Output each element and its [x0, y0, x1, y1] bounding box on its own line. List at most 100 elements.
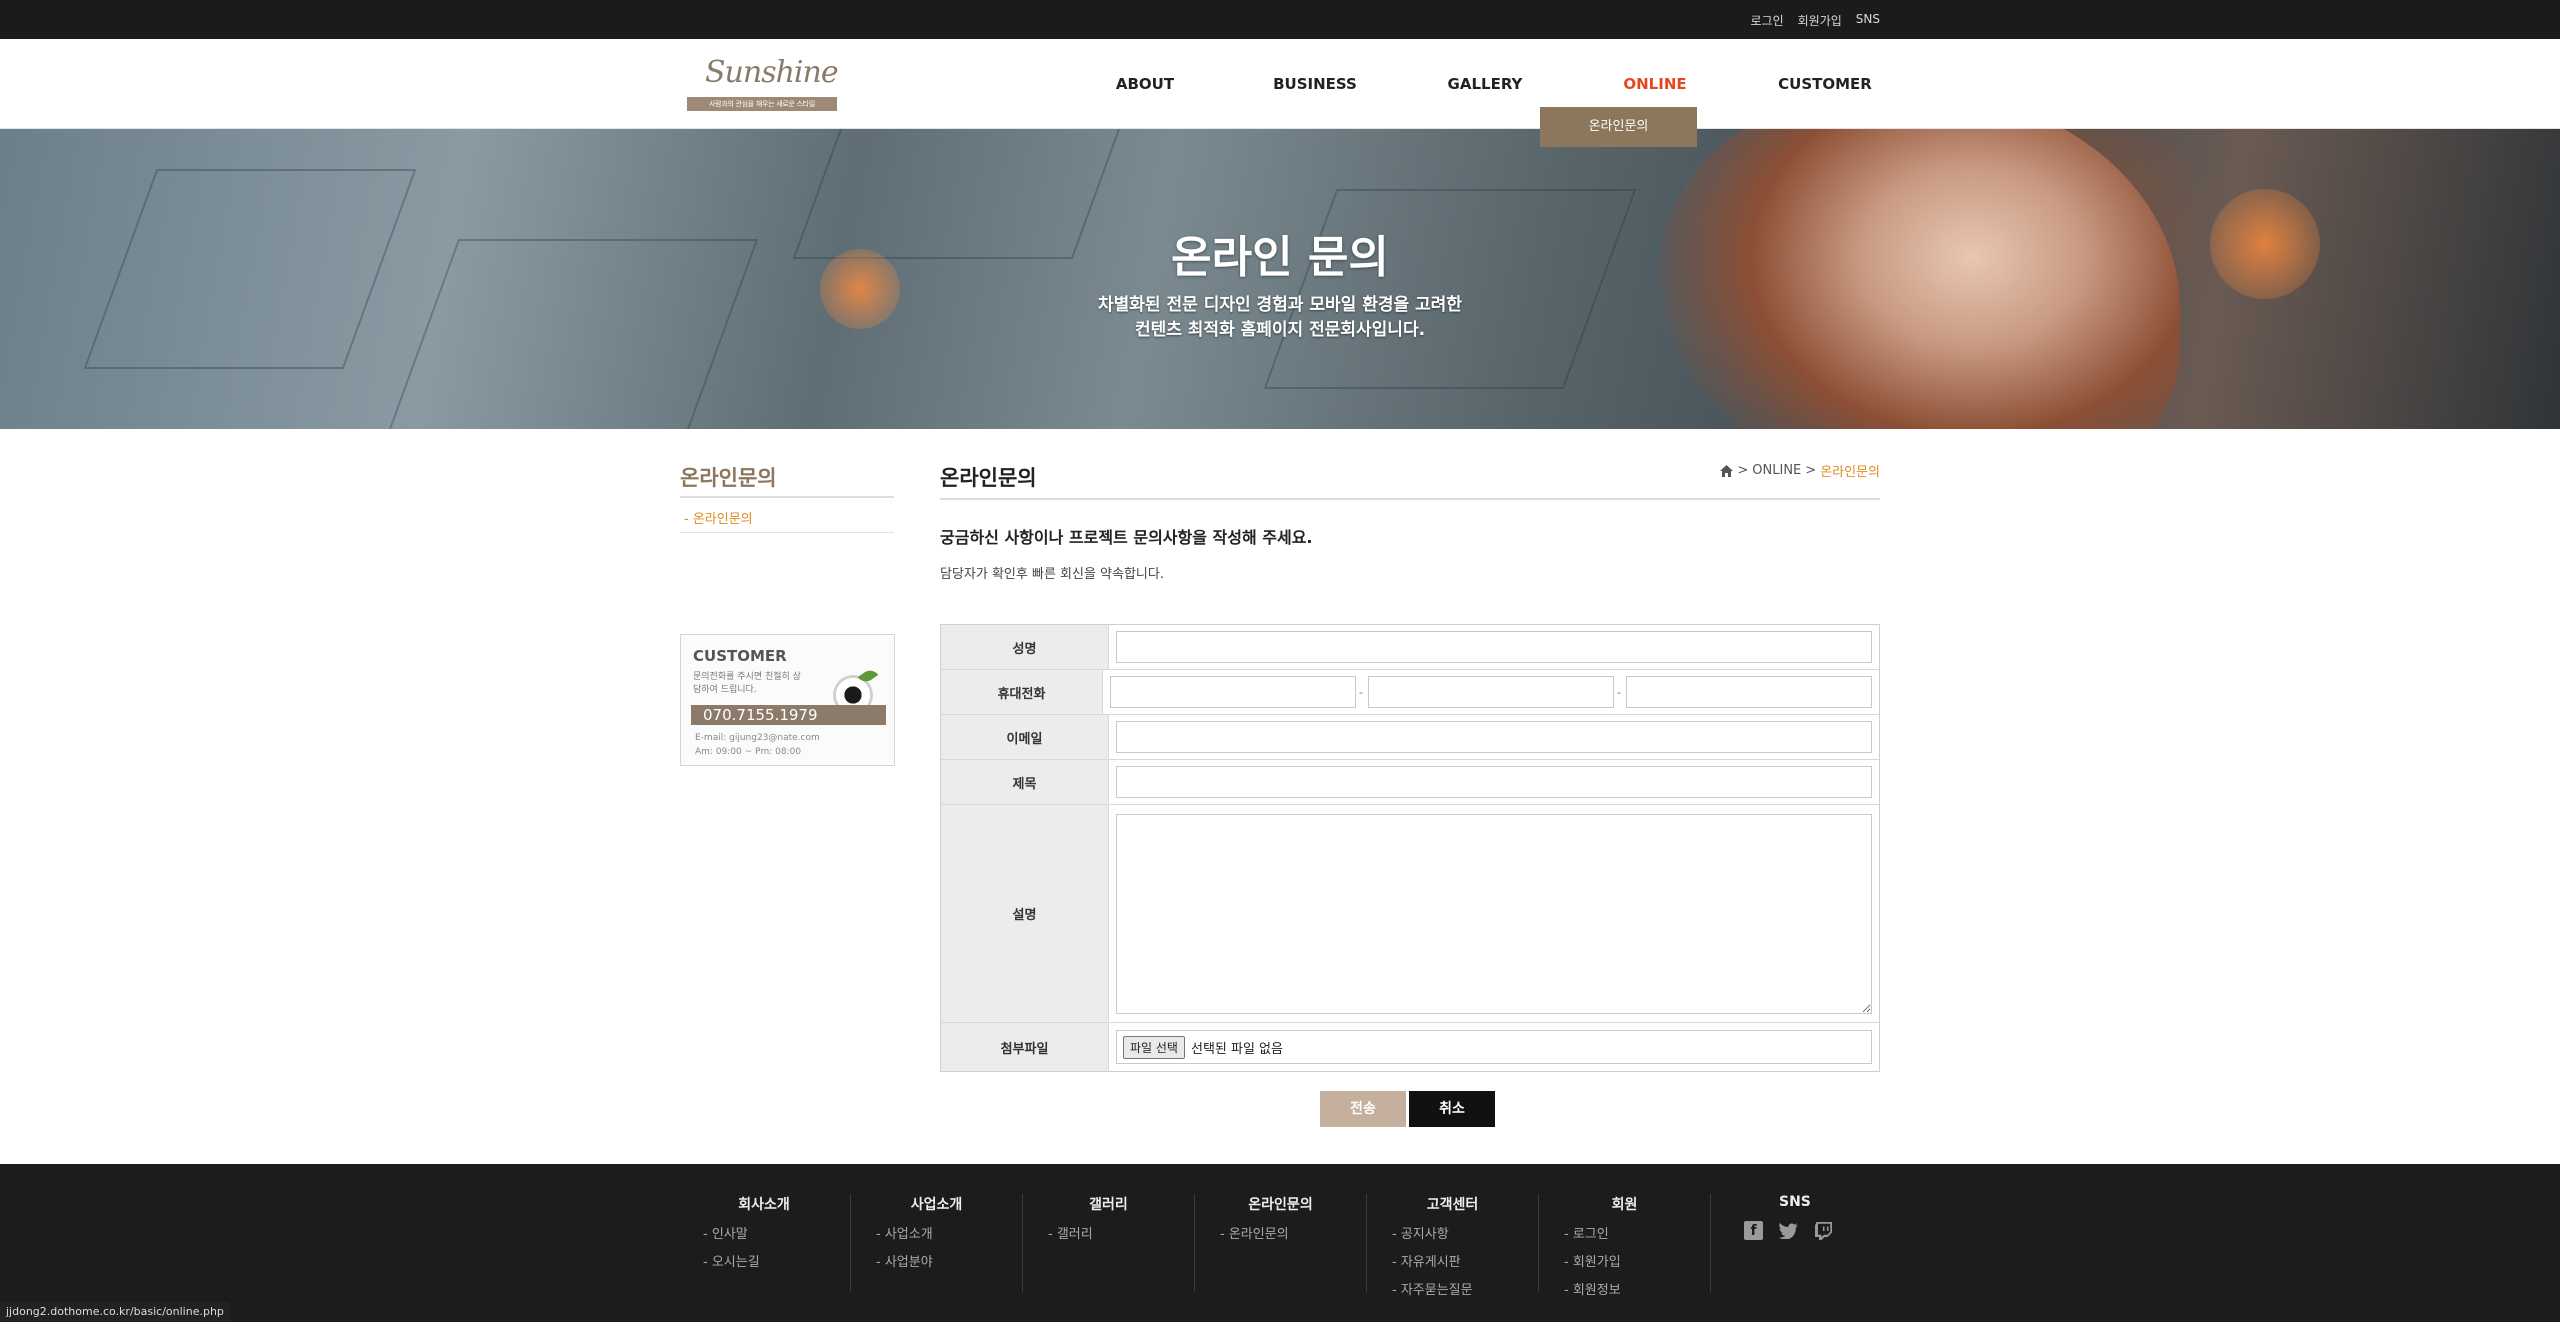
utility-links: 로그인 회원가입 SNS: [1750, 12, 1880, 29]
choose-file-button[interactable]: 파일 선택: [1123, 1035, 1185, 1059]
intro-text: 담당자가 확인후 빠른 회신을 약속합니다.: [940, 567, 1164, 582]
name-label: 성명: [941, 625, 1109, 669]
footer-link[interactable]: - 사업분야: [876, 1251, 1022, 1270]
intro-heading: 궁금하신 사항이나 프로젝트 문의사항을 작성해 주세요.: [940, 528, 1313, 547]
customer-box-description: 문의전화를 주시면 친절히 상담하여 드립니다.: [693, 672, 801, 695]
inquiry-form: 성명 휴대전화 - - 이메일 제목 설명 첨부파일 파일 선택 선택된 파일 …: [940, 624, 1880, 1072]
site-logo[interactable]: Sunshine 사람과의 관심을 채우는 새로운 스타일: [687, 55, 839, 111]
description-textarea[interactable]: [1116, 813, 1872, 1014]
footer-column-title: 회사소개: [738, 1197, 790, 1213]
footer-sns-icons: f: [1744, 1221, 1833, 1240]
footer-link[interactable]: - 로그인: [1564, 1223, 1710, 1242]
customer-email: E-mail: gijung23@nate.com: [695, 733, 820, 743]
footer-link[interactable]: - 사업소개: [876, 1223, 1022, 1242]
footer-link[interactable]: - 인사말: [703, 1223, 850, 1242]
sns-link[interactable]: SNS: [1856, 12, 1880, 29]
sidebar-title: 온라인문의: [680, 466, 777, 490]
footer-link[interactable]: - 자주묻는질문: [1392, 1279, 1538, 1298]
hero-subtitle-line1: 차별화된 전문 디자인 경험과 모바일 환경을 고려한: [1098, 295, 1462, 315]
customer-center-box: CUSTOMER 문의전화를 주시면 친절히 상담하여 드립니다. 070.71…: [680, 634, 895, 766]
footer-link[interactable]: - 오시는길: [703, 1251, 850, 1270]
facebook-icon[interactable]: f: [1744, 1221, 1763, 1240]
login-link[interactable]: 로그인: [1750, 12, 1783, 29]
footer-column-title: 갤러리: [1089, 1197, 1128, 1213]
footer-link[interactable]: - 온라인문의: [1220, 1223, 1366, 1242]
phone-label: 휴대전화: [941, 670, 1103, 714]
form-row-phone: 휴대전화 - -: [941, 670, 1879, 715]
customer-box-title: CUSTOMER: [693, 647, 787, 665]
form-row-attachment: 첨부파일 파일 선택 선택된 파일 없음: [941, 1023, 1879, 1071]
hero-banner: 온라인 문의 차별화된 전문 디자인 경험과 모바일 환경을 고려한 컨텐츠 최…: [0, 129, 2560, 429]
customer-contact-info: E-mail: gijung23@nate.com Am: 09:00 ~ Pm…: [695, 731, 820, 759]
footer-link[interactable]: - 회원정보: [1564, 1279, 1710, 1298]
nav-customer[interactable]: CUSTOMER: [1740, 39, 1910, 129]
nav-business[interactable]: BUSINESS: [1230, 39, 1400, 129]
breadcrumb-separator: >: [1737, 463, 1749, 478]
form-row-name: 성명: [941, 625, 1879, 670]
footer-sns-title: SNS: [1779, 1194, 1811, 1210]
footer-column-title: 사업소개: [910, 1197, 963, 1213]
email-field[interactable]: [1116, 721, 1872, 753]
sidebar-divider: [680, 496, 894, 498]
twitch-icon[interactable]: [1814, 1221, 1833, 1240]
site-footer: 회사소개 - 인사말 - 오시는길 사업소개 - 사업소개 - 사업분야 갤러리…: [0, 1164, 2560, 1322]
form-row-subject: 제목: [941, 760, 1879, 805]
sidebar-item-online-inquiry[interactable]: - 온라인문의: [684, 508, 753, 527]
footer-link[interactable]: - 자유게시판: [1392, 1251, 1538, 1270]
logo-wordmark: Sunshine: [705, 55, 839, 90]
browser-status-url: jjdong2.dothome.co.kr/basic/online.php: [0, 1302, 230, 1322]
attachment-label: 첨부파일: [941, 1023, 1109, 1071]
phone-dash: -: [1617, 685, 1621, 699]
subject-field[interactable]: [1116, 766, 1872, 798]
page-title: 온라인문의: [940, 466, 1037, 490]
name-field[interactable]: [1116, 631, 1872, 663]
subject-label: 제목: [941, 760, 1109, 804]
footer-divider: [1710, 1194, 1711, 1292]
form-row-description: 설명: [941, 805, 1879, 1023]
phone-dash: -: [1359, 685, 1363, 699]
file-input[interactable]: 파일 선택 선택된 파일 없음: [1116, 1030, 1872, 1064]
phone-field-1[interactable]: [1110, 676, 1356, 708]
cancel-button[interactable]: 취소: [1409, 1091, 1495, 1127]
footer-link[interactable]: - 갤러리: [1048, 1223, 1194, 1242]
breadcrumb-online[interactable]: ONLINE: [1752, 463, 1801, 478]
form-buttons: 전송 취소: [1320, 1091, 1495, 1127]
customer-hours: Am: 09:00 ~ Pm: 08:00: [695, 747, 802, 757]
sidebar-divider: [680, 532, 894, 533]
top-utility-bar: 로그인 회원가입 SNS: [0, 0, 2560, 39]
footer-link[interactable]: - 공지사항: [1392, 1223, 1538, 1242]
breadcrumb-separator: >: [1805, 463, 1817, 478]
send-button[interactable]: 전송: [1320, 1091, 1406, 1127]
footer-column-online: 온라인문의 - 온라인문의: [1194, 1194, 1366, 1292]
footer-column-member: 회원 - 로그인 - 회원가입 - 회원정보: [1538, 1194, 1710, 1298]
main-nav: ABOUT BUSINESS GALLERY ONLINE CUSTOMER: [1060, 39, 1910, 129]
home-icon[interactable]: [1720, 464, 1734, 477]
footer-column-title: 온라인문의: [1248, 1197, 1313, 1213]
footer-column-business: 사업소개 - 사업소개 - 사업분야: [850, 1194, 1022, 1292]
description-label: 설명: [941, 805, 1109, 1022]
phone-field-2[interactable]: [1368, 676, 1614, 708]
footer-link[interactable]: - 회원가입: [1564, 1251, 1710, 1270]
breadcrumb-current: 온라인문의: [1820, 465, 1880, 480]
breadcrumb: > ONLINE > 온라인문의: [1720, 461, 1880, 480]
footer-column-title: 고객센터: [1426, 1197, 1479, 1213]
footer-column-company: 회사소개 - 인사말 - 오시는길: [678, 1194, 850, 1292]
footer-column-support: 고객센터 - 공지사항 - 자유게시판 - 자주묻는질문: [1366, 1194, 1538, 1298]
nav-about[interactable]: ABOUT: [1060, 39, 1230, 129]
footer-column-gallery: 갤러리 - 갤러리: [1022, 1194, 1194, 1292]
email-label: 이메일: [941, 715, 1109, 759]
signup-link[interactable]: 회원가입: [1798, 12, 1842, 29]
banner-texture: [1263, 189, 1637, 389]
file-status: 선택된 파일 없음: [1190, 1041, 1283, 1057]
title-divider: [940, 498, 1880, 500]
twitter-icon[interactable]: [1779, 1221, 1798, 1240]
footer-column-title: 회원: [1611, 1197, 1638, 1213]
phone-field-3[interactable]: [1626, 676, 1872, 708]
site-header: Sunshine 사람과의 관심을 채우는 새로운 스타일 ABOUT BUSI…: [0, 39, 2560, 129]
hero-subtitle-line2: 컨텐츠 최적화 홈페이지 전문회사입니다.: [1134, 320, 1426, 340]
submenu-online-inquiry[interactable]: 온라인문의: [1540, 107, 1697, 147]
form-row-email: 이메일: [941, 715, 1879, 760]
hero-title: 온라인 문의: [1171, 232, 1389, 283]
customer-phone: 070.7155.1979: [691, 705, 886, 725]
logo-tagline: 사람과의 관심을 채우는 새로운 스타일: [687, 97, 837, 111]
